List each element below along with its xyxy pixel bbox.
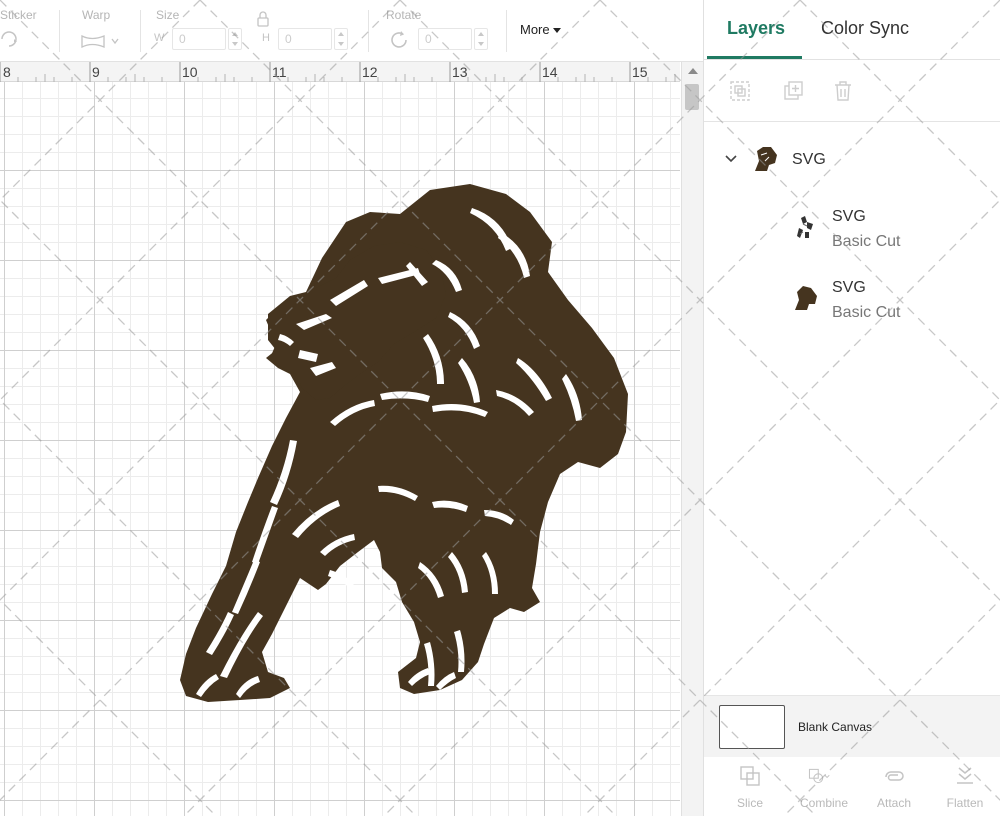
tab-color-sync[interactable]: Color Sync [821, 18, 909, 39]
design-canvas[interactable] [0, 82, 680, 816]
slice-icon [740, 766, 760, 786]
rotate-icon[interactable] [388, 29, 410, 51]
combine-icon [808, 768, 830, 784]
caret-down-icon [552, 28, 561, 34]
rotate-stepper[interactable] [474, 28, 488, 50]
attach-label: Attach [876, 796, 912, 810]
layers-panel: Layers Color Sync SVG SVG Basic Cut SVG … [703, 0, 1000, 816]
blank-canvas-row[interactable]: Blank Canvas [704, 695, 1000, 757]
sticker-label: Sticker [0, 8, 37, 22]
toolbar-separator [140, 10, 141, 52]
rotate-group: Rotate 0 [378, 0, 498, 62]
tab-layers[interactable]: Layers [727, 18, 785, 39]
rotate-label: Rotate [386, 8, 422, 22]
layer-group-name: SVG [792, 151, 826, 168]
toolbar-separator [59, 10, 60, 52]
height-input[interactable]: 0 [278, 28, 332, 50]
canvas-color-swatch[interactable] [719, 705, 785, 749]
bear-shape [180, 184, 628, 702]
rotate-input[interactable]: 0 [418, 28, 472, 50]
width-letter: W [154, 32, 165, 44]
chevron-down-icon[interactable] [724, 152, 738, 166]
layer-operation: Basic Cut [832, 233, 901, 250]
layer-thumbnail [795, 286, 817, 310]
scroll-thumb[interactable] [685, 84, 699, 110]
panel-tabs: Layers Color Sync [704, 0, 1000, 60]
warp-label: Warp [82, 8, 111, 22]
height-stepper[interactable] [334, 28, 348, 50]
size-label: Size [156, 8, 180, 22]
more-button[interactable]: More [520, 22, 561, 37]
flatten-icon [957, 767, 973, 784]
ruler-ticks [0, 62, 676, 82]
height-letter: H [262, 32, 270, 44]
duplicate-icon[interactable] [782, 80, 804, 102]
edit-toolbar: Sticker Warp Size W 0 H 0 Rotate 0 More [0, 0, 703, 62]
lock-icon[interactable] [256, 11, 270, 27]
blank-canvas-label: Blank Canvas [798, 720, 873, 734]
slice-label: Slice [736, 796, 763, 810]
flatten-button[interactable]: Flatten [935, 757, 995, 816]
slice-button[interactable]: Slice [720, 757, 780, 816]
warp-group: Warp [70, 0, 140, 62]
layer-thumbnail [755, 147, 777, 171]
layer-actions-bar [704, 60, 1000, 122]
layer-name: SVG [832, 279, 866, 296]
layer-operation: Basic Cut [832, 304, 901, 321]
canvas-scrollbar[interactable] [681, 62, 703, 816]
scroll-up-icon[interactable] [688, 68, 698, 74]
bear-artwork[interactable] [0, 82, 680, 816]
layer-bottom-actions: Slice Combine Attach Flatten [704, 757, 1000, 816]
size-group: Size W 0 H 0 [150, 0, 360, 62]
more-label: More [520, 22, 550, 37]
active-tab-indicator [707, 56, 802, 59]
attach-icon [885, 771, 904, 781]
toolbar-separator [368, 10, 369, 52]
attach-button[interactable]: Attach [864, 757, 924, 816]
combine-label: Combine [799, 796, 849, 810]
horizontal-ruler: 8 9 10 11 12 13 14 15 [0, 62, 680, 82]
width-stepper[interactable] [228, 28, 242, 50]
toolbar-separator [506, 10, 507, 52]
layer-name: SVG [832, 208, 866, 225]
layer-group-row[interactable]: SVG [704, 135, 1000, 185]
layer-row[interactable]: SVG Basic Cut [704, 200, 1000, 262]
sticker-group: Sticker [0, 0, 56, 62]
flatten-label: Flatten [946, 796, 984, 810]
width-input[interactable]: 0 [172, 28, 226, 50]
layer-row[interactable]: SVG Basic Cut [704, 270, 1000, 332]
warp-icon[interactable] [80, 32, 120, 50]
layer-thumbnail [797, 216, 813, 238]
sticker-icon[interactable] [0, 30, 20, 48]
group-icon[interactable] [729, 80, 751, 102]
combine-button[interactable]: Combine [794, 757, 854, 816]
delete-icon[interactable] [832, 80, 854, 102]
